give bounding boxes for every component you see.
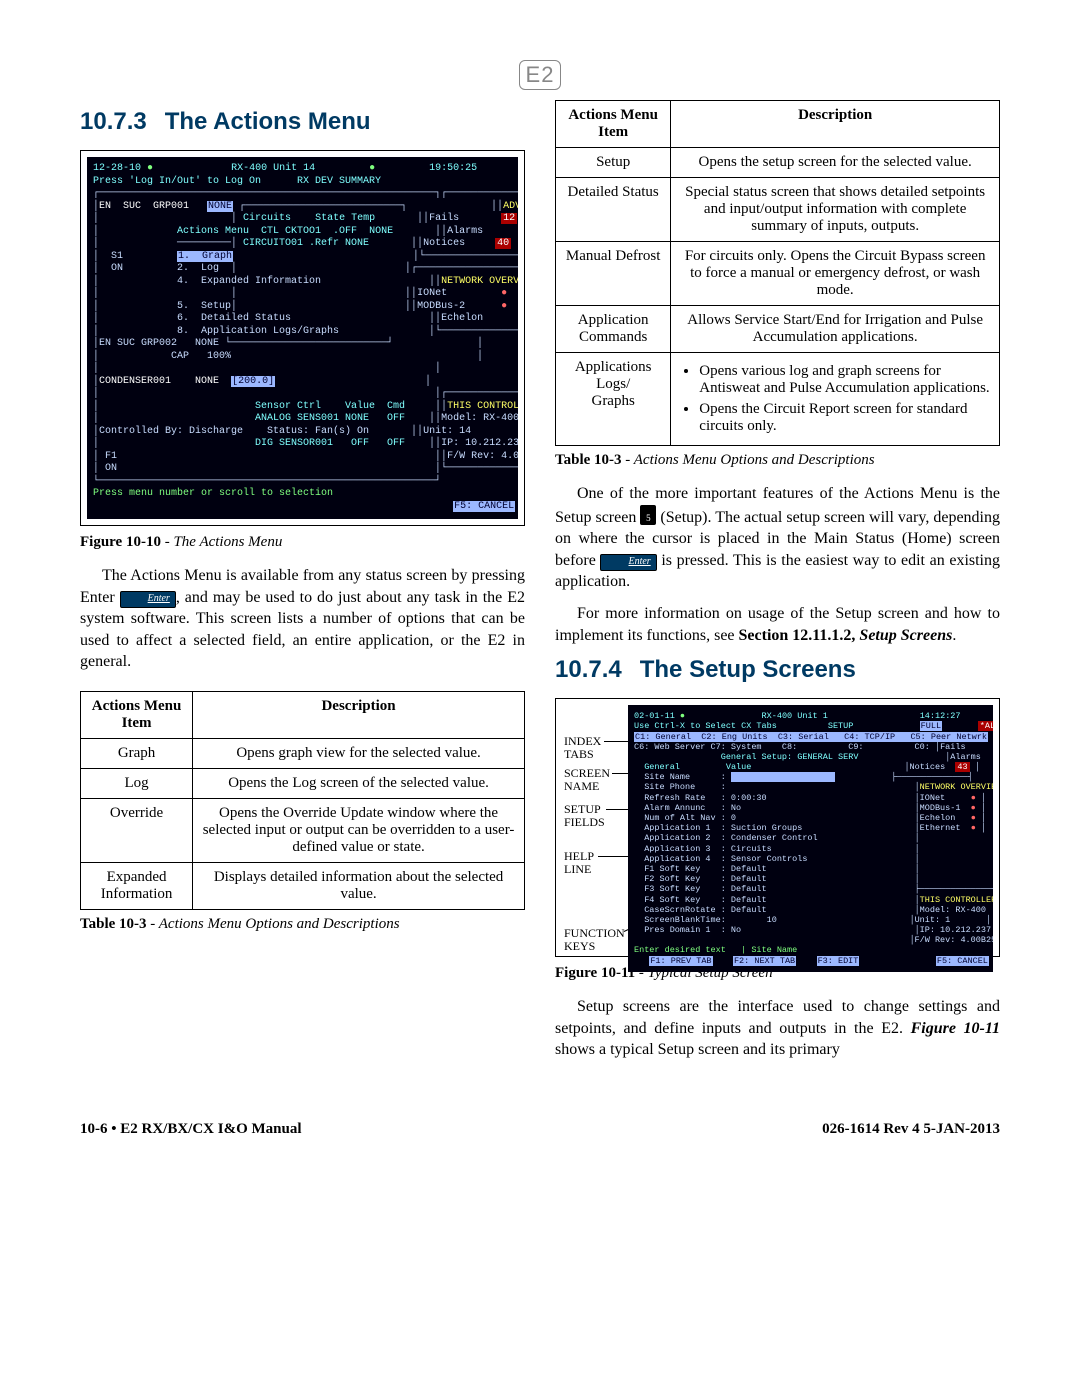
list-item: Opens the Circuit Report screen for stan… [699, 401, 991, 435]
annotation-function-keys: FUNCTION KEYS [564, 927, 625, 953]
cross-reference: Section 12.11.1.2, [739, 627, 856, 644]
table-label: Table 10-3 [80, 916, 147, 932]
table-text: - Actions Menu Options and Descriptions [622, 452, 875, 468]
section-title: The Actions Menu [165, 108, 371, 135]
annotation-index-tabs: INDEX TABS [564, 735, 601, 761]
cross-reference: Setup Screens [859, 627, 952, 644]
footer-right: 026-1614 Rev 4 5-JAN-2013 [822, 1121, 1000, 1138]
body-paragraph-3: For more information on usage of the Set… [555, 603, 1000, 646]
key-5-icon: %5 [640, 505, 656, 525]
section-title: The Setup Screens [640, 656, 856, 683]
th-desc: Description [193, 691, 525, 738]
two-column-layout: 10.7.3 The Actions Menu 12-28-10 ● RX-400… [80, 100, 1000, 1071]
th-item: Actions Menu Item [81, 691, 193, 738]
left-column: 10.7.3 The Actions Menu 12-28-10 ● RX-400… [80, 100, 525, 1071]
th-item: Actions Menu Item [556, 101, 671, 148]
table-row: Graph Opens graph view for the selected … [81, 738, 525, 768]
page: E2 10.7.3 The Actions Menu 12-28-10 ● RX-… [0, 0, 1080, 1178]
body-paragraph-4: Setup screens are the interface used to … [555, 996, 1000, 1061]
table-row: Expanded Information Displays detailed i… [81, 862, 525, 909]
annotation-help-line: HELP LINE [564, 850, 594, 876]
table-label: Table 10-3 [555, 452, 622, 468]
enter-key-icon: Enter [600, 554, 656, 571]
enter-key-icon: Enter [120, 591, 176, 608]
table-row: Application Commands Allows Service Star… [556, 306, 1000, 353]
footer-left: 10-6 • E2 RX/BX/CX I&O Manual [80, 1121, 302, 1138]
table-row: Applications Logs/ Graphs Opens various … [556, 353, 1000, 446]
table-10-3-caption-left: Table 10-3 - Actions Menu Options and De… [80, 916, 525, 933]
annotated-setup-screen: INDEX TABS SCREEN NAME SETUP FIELDS HELP… [562, 705, 993, 950]
annotation-screen-name: SCREEN NAME [564, 767, 610, 793]
body-paragraph-1: The Actions Menu is available from any s… [80, 565, 525, 673]
figure-10-10-box: 12-28-10 ● RX-400 Unit 14 ● 19:50:25 Pre… [80, 150, 525, 526]
table-row: Manual Defrost For circuits only. Opens … [556, 242, 1000, 306]
header-logo-row: E2 [80, 60, 1000, 90]
section-number: 10.7.3 [80, 108, 147, 135]
page-footer: 10-6 • E2 RX/BX/CX I&O Manual 026-1614 R… [80, 1121, 1000, 1138]
terminal-screenshot-setup: 02-01-11 ● RX-400 Unit 1 14:12:27 Use Ct… [628, 705, 993, 972]
list-item: Opens various log and graph screens for … [699, 363, 991, 397]
table-row: Log Opens the Log screen of the selected… [81, 768, 525, 798]
table-row: Setup Opens the setup screen for the sel… [556, 148, 1000, 178]
actions-menu-table-left: Actions Menu Item Description Graph Open… [80, 691, 525, 910]
actions-menu-table-right: Actions Menu Item Description Setup Open… [555, 100, 1000, 446]
figure-reference: Figure 10-11 [911, 1020, 1000, 1037]
figure-label: Figure 10-11 [555, 965, 635, 981]
table-row: Detailed Status Special status screen th… [556, 178, 1000, 242]
annotation-setup-fields: SETUP FIELDS [564, 803, 605, 829]
terminal-screenshot-actions-menu: 12-28-10 ● RX-400 Unit 14 ● 19:50:25 Pre… [87, 157, 518, 519]
bullet-list: Opens various log and graph screens for … [679, 363, 991, 435]
right-column: Actions Menu Item Description Setup Open… [555, 100, 1000, 1071]
figure-10-11-box: INDEX TABS SCREEN NAME SETUP FIELDS HELP… [555, 698, 1000, 957]
figure-label: Figure 10-10 [80, 534, 161, 550]
e2-logo: E2 [519, 60, 562, 90]
section-number: 10.7.4 [555, 656, 622, 683]
figure-text: - The Actions Menu [161, 534, 282, 550]
figure-10-10-caption: Figure 10-10 - The Actions Menu [80, 534, 525, 551]
table-row: Override Opens the Override Update windo… [81, 798, 525, 862]
section-10-7-4-heading: 10.7.4 The Setup Screens [555, 656, 1000, 684]
th-desc: Description [671, 101, 1000, 148]
table-10-3-caption-right: Table 10-3 - Actions Menu Options and De… [555, 452, 1000, 469]
body-paragraph-2: One of the more important features of th… [555, 483, 1000, 593]
section-10-7-3-heading: 10.7.3 The Actions Menu [80, 108, 525, 136]
table-text: - Actions Menu Options and Descriptions [147, 916, 400, 932]
